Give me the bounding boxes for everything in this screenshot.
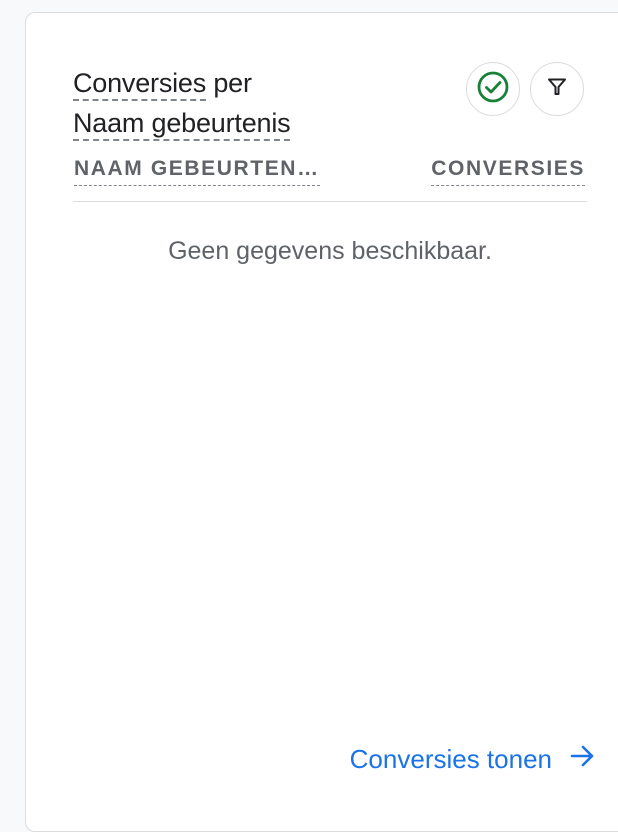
- empty-state-message: Geen gegevens beschikbaar.: [168, 237, 492, 265]
- view-conversions-link[interactable]: Conversies tonen: [350, 744, 596, 775]
- view-conversions-label: Conversies tonen: [349, 744, 552, 774]
- filter-button[interactable]: [530, 62, 584, 116]
- comparison-status-button[interactable]: [466, 62, 520, 116]
- column-header-event-name[interactable]: NAAM GEBEURTEN…: [74, 156, 320, 186]
- title-metric[interactable]: Conversies: [73, 68, 206, 98]
- header-divider: [73, 201, 587, 202]
- column-header-conversions[interactable]: CONVERSIES: [431, 156, 585, 186]
- check-circle-icon: [476, 70, 510, 109]
- arrow-right-icon: [570, 744, 596, 775]
- filter-icon: [547, 77, 567, 102]
- column-header-conversions-label: CONVERSIES: [431, 157, 585, 186]
- card-title: Conversies per Naam gebeurtenis: [73, 63, 343, 143]
- title-dimension[interactable]: Naam gebeurtenis: [73, 108, 291, 138]
- title-connector: per: [206, 68, 252, 98]
- column-header-event-name-label: NAAM GEBEURTEN…: [74, 157, 320, 186]
